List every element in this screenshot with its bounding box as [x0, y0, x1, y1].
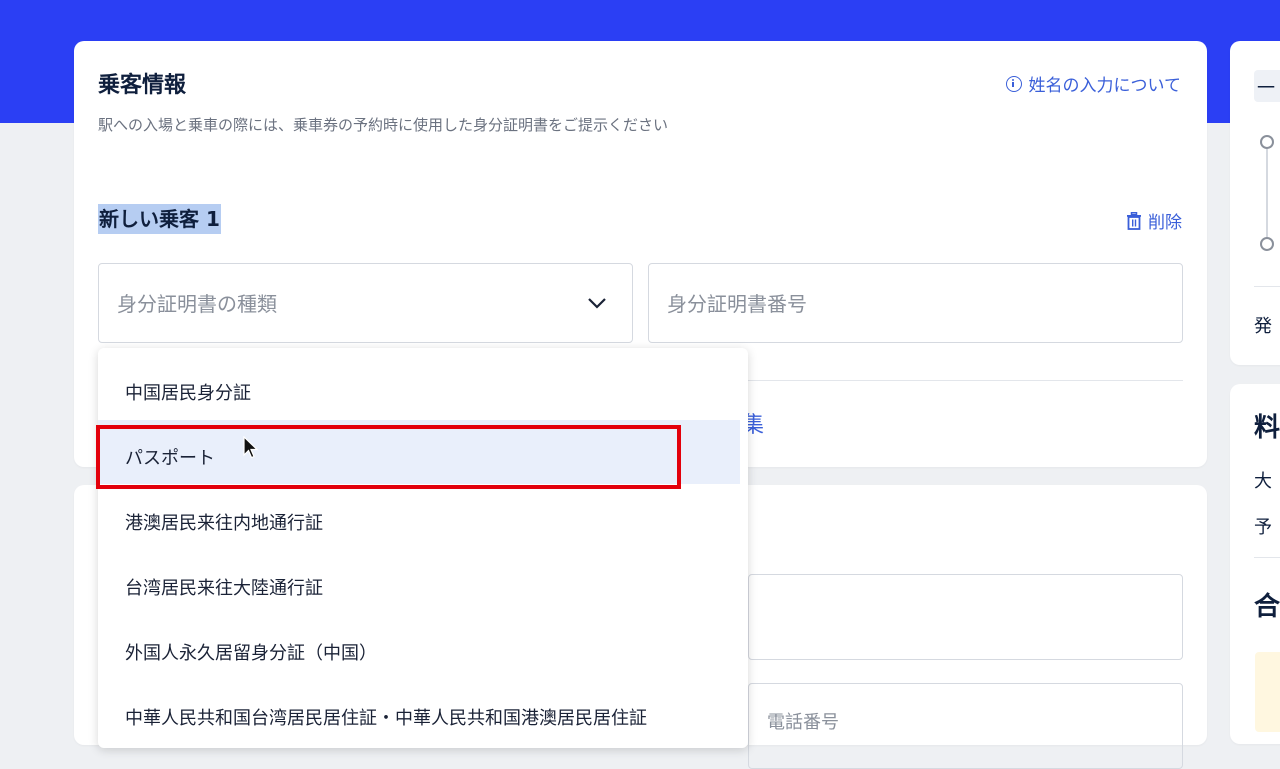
dropdown-option[interactable]: 中国居民身分証 — [98, 355, 740, 419]
contact-input[interactable] — [748, 574, 1183, 660]
timeline-line — [1266, 149, 1268, 237]
section-subtitle: 駅への入場と乗車の際には、乗車券の予約時に使用した身分証明書をご提示ください — [98, 116, 669, 134]
dropdown-option[interactable]: 港澳居民来往内地通行証 — [98, 485, 740, 549]
chevron-down-icon — [588, 298, 606, 309]
option-label: 中国居民身分証 — [125, 383, 251, 404]
delete-label: 削除 — [1148, 213, 1182, 233]
name-help-label: 姓名の入力について — [1028, 76, 1182, 96]
issue-label: 発 — [1254, 316, 1272, 337]
section-title: 乗客情報 — [98, 73, 187, 98]
itinerary-tab[interactable]: 一 — [1254, 70, 1280, 102]
dropdown-option[interactable]: 台湾居民来往大陸通行証 — [98, 550, 740, 614]
info-icon — [1005, 75, 1022, 92]
phone-placeholder: 電話番号 — [767, 712, 839, 733]
option-label: 港澳居民来往内地通行証 — [125, 513, 323, 534]
fare-title: 料 — [1254, 413, 1280, 443]
option-label: 中華人民共和国台湾居民居住証・中華人民共和国港澳居民居住証 — [125, 708, 647, 729]
dropdown-option[interactable]: 中華人民共和国台湾居民居住証・中華人民共和国港澳居民居住証 — [98, 680, 740, 744]
trash-icon — [1127, 211, 1141, 230]
option-label: 外国人永久居留身分証（中国） — [125, 643, 377, 664]
timeline-end-dot — [1260, 237, 1274, 251]
id-type-select[interactable]: 身分証明書の種類 — [98, 263, 633, 343]
option-label: 台湾居民来往大陸通行証 — [125, 578, 323, 599]
total-label: 合 — [1254, 592, 1280, 622]
side-divider — [1254, 286, 1280, 287]
phone-input[interactable]: 電話番号 — [748, 683, 1183, 769]
itinerary-tab-label: 一 — [1257, 78, 1275, 99]
notice-box — [1255, 652, 1280, 732]
reservation-fee-label: 予 — [1254, 517, 1272, 538]
id-type-placeholder: 身分証明書の種類 — [117, 292, 277, 316]
name-help-link[interactable]: 姓名の入力について — [1005, 71, 1182, 96]
delete-passenger-button[interactable]: 削除 — [1126, 208, 1182, 233]
fare-divider — [1254, 557, 1280, 558]
id-number-placeholder: 身分証明書番号 — [667, 292, 807, 316]
passenger-label: 新しい乗客 1 — [98, 204, 221, 234]
id-type-dropdown: 中国居民身分証 パスポート 港澳居民来往内地通行証 台湾居民来往大陸通行証 外国… — [98, 348, 748, 748]
mouse-cursor-icon — [243, 436, 259, 459]
adult-fare-label: 大 — [1254, 471, 1272, 492]
highlight-annotation-box — [96, 425, 681, 489]
dropdown-option[interactable]: 外国人永久居留身分証（中国） — [98, 615, 740, 679]
id-number-input[interactable]: 身分証明書番号 — [648, 263, 1183, 343]
timeline-start-dot — [1260, 135, 1274, 149]
